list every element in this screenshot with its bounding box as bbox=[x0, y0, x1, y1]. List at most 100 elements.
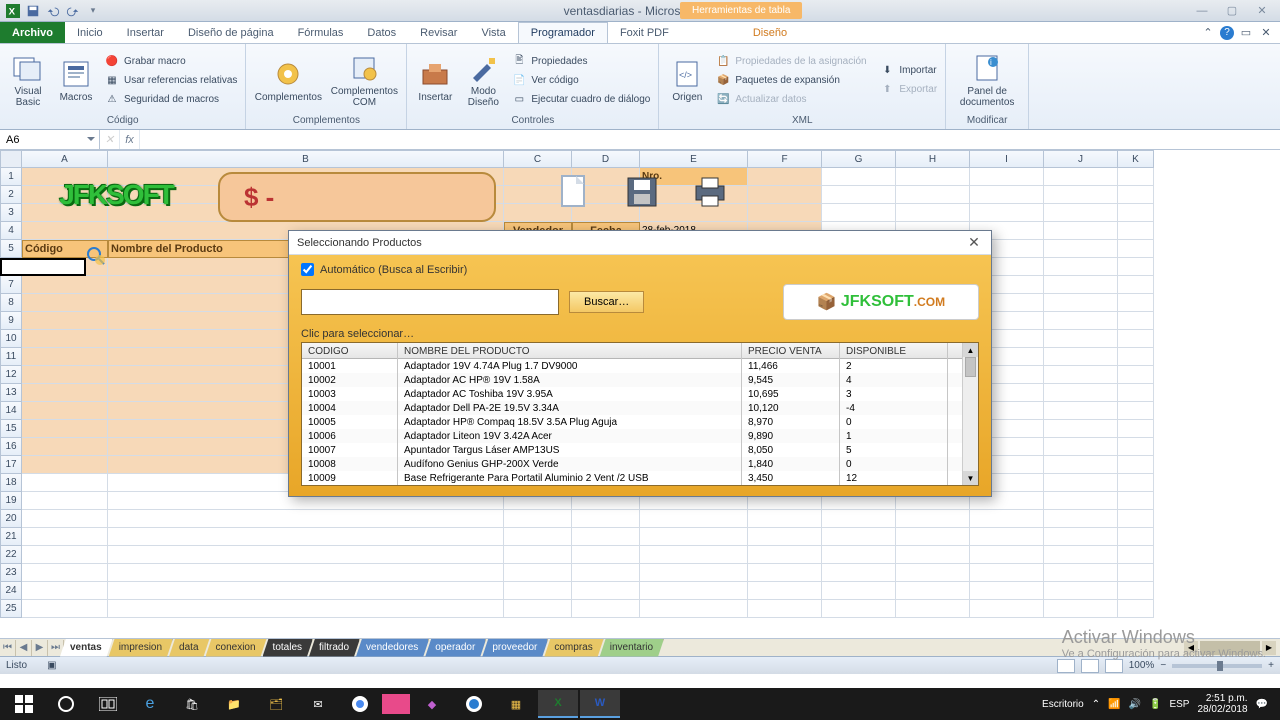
propiedades-button[interactable]: 🖹Propiedades bbox=[509, 52, 652, 70]
cell[interactable] bbox=[896, 564, 970, 582]
cell[interactable] bbox=[1118, 366, 1154, 384]
cell[interactable] bbox=[1044, 564, 1118, 582]
cell[interactable] bbox=[1044, 528, 1118, 546]
row-header[interactable]: 23 bbox=[0, 564, 22, 582]
cell[interactable] bbox=[1044, 582, 1118, 600]
cell[interactable] bbox=[504, 582, 572, 600]
cell[interactable] bbox=[572, 582, 640, 600]
macros-button[interactable]: Macros bbox=[54, 58, 98, 103]
maximize-button[interactable]: ▢ bbox=[1218, 3, 1246, 19]
select-all-corner[interactable] bbox=[0, 150, 22, 168]
col-header[interactable]: G bbox=[822, 150, 896, 168]
cell[interactable] bbox=[22, 276, 108, 294]
taskbar-edge-icon[interactable]: e bbox=[130, 690, 170, 718]
grabar-macro-button[interactable]: 🔴Grabar macro bbox=[102, 52, 239, 70]
save-doc-icon[interactable] bbox=[622, 172, 662, 212]
cell[interactable] bbox=[1044, 258, 1118, 276]
undo-icon[interactable] bbox=[44, 2, 62, 20]
tray-volume-icon[interactable]: 🔊 bbox=[1129, 699, 1141, 710]
insertar-control-button[interactable]: Insertar bbox=[413, 58, 457, 103]
tab-vista[interactable]: Vista bbox=[469, 22, 517, 43]
print-doc-icon[interactable] bbox=[690, 172, 730, 212]
cell[interactable] bbox=[22, 330, 108, 348]
sheet-tab[interactable]: inventario bbox=[600, 639, 664, 657]
row-header[interactable]: 4 bbox=[0, 222, 22, 240]
tab-foxit[interactable]: Foxit PDF bbox=[608, 22, 681, 43]
sheet-tab[interactable]: impresion bbox=[109, 639, 173, 657]
tray-network-icon[interactable]: 📶 bbox=[1108, 699, 1120, 710]
row-headers[interactable]: 1234567891011121314151617181920212223242… bbox=[0, 168, 22, 618]
grid-col-header[interactable]: NOMBRE DEL PRODUCTO bbox=[398, 343, 742, 359]
tab-diseno-tabla[interactable]: Diseño bbox=[741, 22, 799, 43]
cell[interactable] bbox=[504, 600, 572, 618]
cell[interactable] bbox=[1118, 384, 1154, 402]
col-header[interactable]: D bbox=[572, 150, 640, 168]
scroll-thumb[interactable] bbox=[965, 357, 976, 377]
minimize-button[interactable]: — bbox=[1188, 3, 1216, 19]
cell[interactable] bbox=[640, 510, 748, 528]
tab-programador[interactable]: Programador bbox=[518, 22, 608, 43]
row-header[interactable]: 16 bbox=[0, 438, 22, 456]
taskbar-excel-icon[interactable]: X bbox=[538, 690, 578, 718]
modo-diseno-button[interactable]: Modo Diseño bbox=[461, 52, 505, 108]
panel-documentos-button[interactable]: i Panel de documentos bbox=[952, 52, 1022, 108]
cell[interactable] bbox=[108, 582, 504, 600]
cell[interactable] bbox=[748, 528, 822, 546]
auto-search-checkbox[interactable] bbox=[301, 263, 314, 276]
cell[interactable] bbox=[1118, 330, 1154, 348]
name-box[interactable]: A6 bbox=[0, 130, 100, 149]
cell[interactable] bbox=[640, 528, 748, 546]
cell[interactable] bbox=[822, 582, 896, 600]
cell[interactable] bbox=[1044, 330, 1118, 348]
col-header[interactable]: J bbox=[1044, 150, 1118, 168]
tab-nav-prev-icon[interactable]: ◀ bbox=[16, 640, 32, 656]
row-header[interactable]: 1 bbox=[0, 168, 22, 186]
cell[interactable] bbox=[1044, 240, 1118, 258]
save-icon[interactable] bbox=[24, 2, 42, 20]
sheet-tab[interactable]: filtrado bbox=[309, 639, 360, 657]
cell[interactable] bbox=[22, 492, 108, 510]
cell[interactable] bbox=[640, 564, 748, 582]
cell[interactable] bbox=[108, 600, 504, 618]
cell[interactable] bbox=[504, 564, 572, 582]
cell[interactable] bbox=[1118, 168, 1154, 186]
cell[interactable] bbox=[22, 474, 108, 492]
col-header[interactable]: K bbox=[1118, 150, 1154, 168]
cell[interactable] bbox=[1044, 510, 1118, 528]
cell[interactable] bbox=[896, 204, 970, 222]
taskbar-app3-icon[interactable]: ▦ bbox=[496, 690, 536, 718]
sheet-tab[interactable]: data bbox=[169, 639, 209, 657]
row-header[interactable]: 21 bbox=[0, 528, 22, 546]
cell[interactable] bbox=[896, 600, 970, 618]
zoom-in-icon[interactable]: + bbox=[1268, 660, 1274, 671]
cell[interactable] bbox=[822, 186, 896, 204]
cell[interactable] bbox=[1044, 294, 1118, 312]
cell[interactable] bbox=[22, 420, 108, 438]
tray-desktop-label[interactable]: Escritorio bbox=[1042, 699, 1084, 710]
product-row[interactable]: 10009Base Refrigerante Para Portatil Alu… bbox=[302, 471, 978, 485]
cell[interactable] bbox=[504, 510, 572, 528]
cell[interactable] bbox=[22, 366, 108, 384]
taskbar-store-icon[interactable]: 🛍 bbox=[172, 690, 212, 718]
complementos-com-button[interactable]: Complementos COM bbox=[328, 52, 400, 108]
cell[interactable] bbox=[1118, 492, 1154, 510]
cortana-icon[interactable] bbox=[46, 690, 86, 718]
product-row[interactable]: 10010Base Refrigerante Targus PA248U-02 … bbox=[302, 485, 978, 486]
taskbar-folder-icon[interactable]: 🗂 bbox=[256, 690, 296, 718]
ver-codigo-button[interactable]: 📄Ver código bbox=[509, 71, 652, 89]
cell[interactable] bbox=[1118, 564, 1154, 582]
cell[interactable] bbox=[970, 510, 1044, 528]
new-doc-icon[interactable] bbox=[554, 172, 594, 212]
cell[interactable] bbox=[1118, 186, 1154, 204]
cell[interactable] bbox=[1118, 312, 1154, 330]
cell[interactable] bbox=[748, 510, 822, 528]
cell[interactable] bbox=[108, 510, 504, 528]
cell[interactable] bbox=[22, 564, 108, 582]
excel-icon[interactable]: X bbox=[4, 2, 22, 20]
cell[interactable] bbox=[1118, 204, 1154, 222]
importar-xml-button[interactable]: ⬇Importar bbox=[877, 62, 939, 80]
macro-record-indicator-icon[interactable]: ▣ bbox=[47, 660, 56, 671]
view-normal-icon[interactable] bbox=[1057, 659, 1075, 673]
product-row[interactable]: 10006Adaptador Liteon 19V 3.42A Acer9,89… bbox=[302, 429, 978, 443]
row-header[interactable]: 19 bbox=[0, 492, 22, 510]
